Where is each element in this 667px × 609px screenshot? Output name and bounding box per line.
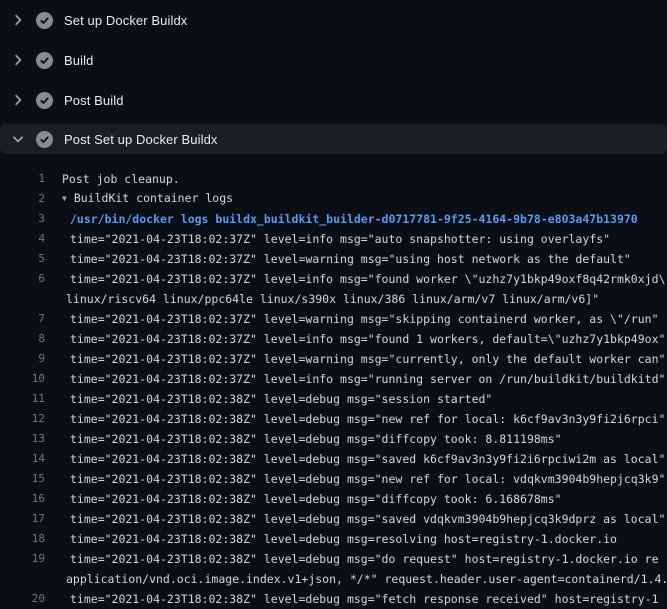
- command-text: /usr/bin/docker logs buildx_buildkit_bui…: [70, 209, 638, 229]
- log-text: time="2021-04-23T18:02:38Z" level=debug …: [70, 529, 617, 549]
- line-number[interactable]: 2: [0, 189, 45, 209]
- log-text: time="2021-04-23T18:02:37Z" level=warnin…: [70, 349, 665, 369]
- log-text: time="2021-04-23T18:02:38Z" level=debug …: [70, 489, 562, 509]
- log-line: 5 time="2021-04-23T18:02:37Z" level=warn…: [0, 249, 667, 269]
- line-number[interactable]: 1: [0, 169, 45, 189]
- line-number[interactable]: 13: [0, 429, 45, 449]
- step-header-set-up-docker-buildx[interactable]: Set up Docker Buildx: [0, 0, 667, 40]
- line-number[interactable]: 11: [0, 389, 45, 409]
- log-text: time="2021-04-23T18:02:37Z" level=info m…: [70, 329, 665, 349]
- log-line: 1 Post job cleanup.: [0, 169, 667, 189]
- log-line: 14 time="2021-04-23T18:02:38Z" level=deb…: [0, 449, 667, 469]
- log-line: 12 time="2021-04-23T18:02:38Z" level=deb…: [0, 409, 667, 429]
- log-text: application/vnd.oci.image.index.v1+json,…: [66, 569, 667, 589]
- log-line: 17 time="2021-04-23T18:02:38Z" level=deb…: [0, 509, 667, 529]
- chevron-down-icon[interactable]: [10, 131, 26, 147]
- line-number[interactable]: 18: [0, 529, 45, 549]
- log-line: 16 time="2021-04-23T18:02:38Z" level=deb…: [0, 489, 667, 509]
- log-line: application/vnd.oci.image.index.v1+json,…: [0, 569, 667, 589]
- line-number[interactable]: 20: [0, 589, 45, 609]
- log-line: 19 time="2021-04-23T18:02:38Z" level=deb…: [0, 549, 667, 569]
- log-line: 9 time="2021-04-23T18:02:37Z" level=warn…: [0, 349, 667, 369]
- log-line: 11 time="2021-04-23T18:02:38Z" level=deb…: [0, 389, 667, 409]
- line-number[interactable]: 14: [0, 449, 45, 469]
- log-line: 20 time="2021-04-23T18:02:38Z" level=deb…: [0, 589, 667, 609]
- log-line: 10 time="2021-04-23T18:02:37Z" level=inf…: [0, 369, 667, 389]
- line-number[interactable]: 3: [0, 209, 45, 229]
- check-circle-icon: [36, 52, 53, 69]
- log-text: time="2021-04-23T18:02:38Z" level=debug …: [70, 509, 665, 529]
- check-circle-icon: [36, 131, 53, 148]
- line-number[interactable]: 17: [0, 509, 45, 529]
- steps-list: Set up Docker Buildx Build Post Build Po…: [0, 0, 667, 154]
- step-label: Post Build: [64, 93, 124, 108]
- line-number[interactable]: 7: [0, 309, 45, 329]
- log-text: time="2021-04-23T18:02:38Z" level=debug …: [70, 429, 562, 449]
- log-line: 18 time="2021-04-23T18:02:38Z" level=deb…: [0, 529, 667, 549]
- line-number[interactable]: 16: [0, 489, 45, 509]
- step-header-post-build[interactable]: Post Build: [0, 80, 667, 120]
- log-line: linux/riscv64 linux/ppc64le linux/s390x …: [0, 289, 667, 309]
- step-label: Set up Docker Buildx: [64, 13, 187, 28]
- step-label: Post Set up Docker Buildx: [64, 132, 218, 147]
- log-line[interactable]: 2 ▼ BuildKit container logs: [0, 189, 667, 209]
- log-text: time="2021-04-23T18:02:37Z" level=warnin…: [70, 249, 631, 269]
- line-number[interactable]: 4: [0, 229, 45, 249]
- line-number[interactable]: 5: [0, 249, 45, 269]
- log-text: time="2021-04-23T18:02:38Z" level=debug …: [70, 449, 665, 469]
- log-text: time="2021-04-23T18:02:38Z" level=debug …: [70, 549, 659, 569]
- line-number[interactable]: 10: [0, 369, 45, 389]
- log-text: time="2021-04-23T18:02:38Z" level=debug …: [70, 589, 659, 609]
- log-text: time="2021-04-23T18:02:37Z" level=info m…: [70, 369, 665, 389]
- chevron-right-icon[interactable]: [10, 52, 26, 68]
- log-text: ▼ BuildKit container logs: [62, 189, 233, 209]
- collapse-toggle-icon[interactable]: ▼: [62, 194, 67, 203]
- check-circle-icon: [36, 92, 53, 109]
- log-text: linux/riscv64 linux/ppc64le linux/s390x …: [66, 289, 599, 309]
- log-text: time="2021-04-23T18:02:38Z" level=debug …: [70, 469, 665, 489]
- step-label: Build: [64, 53, 93, 68]
- line-number[interactable]: 19: [0, 549, 45, 569]
- log-text: time="2021-04-23T18:02:38Z" level=debug …: [70, 409, 665, 429]
- log-group-label: BuildKit container logs: [74, 191, 233, 205]
- log-line: 15 time="2021-04-23T18:02:38Z" level=deb…: [0, 469, 667, 489]
- chevron-right-icon[interactable]: [10, 92, 26, 108]
- log-viewer: 1 Post job cleanup. 2 ▼ BuildKit containe…: [0, 154, 667, 609]
- step-header-post-set-up-docker-buildx[interactable]: Post Set up Docker Buildx: [0, 124, 667, 154]
- line-number[interactable]: 12: [0, 409, 45, 429]
- log-line: 4 time="2021-04-23T18:02:37Z" level=info…: [0, 229, 667, 249]
- log-text: time="2021-04-23T18:02:37Z" level=info m…: [70, 229, 610, 249]
- log-line: 13 time="2021-04-23T18:02:38Z" level=deb…: [0, 429, 667, 449]
- log-text: time="2021-04-23T18:02:37Z" level=warnin…: [70, 309, 659, 329]
- step-header-build[interactable]: Build: [0, 40, 667, 80]
- line-number[interactable]: 8: [0, 329, 45, 349]
- log-text: time="2021-04-23T18:02:37Z" level=info m…: [70, 269, 667, 289]
- line-number[interactable]: 9: [0, 349, 45, 369]
- log-line: 7 time="2021-04-23T18:02:37Z" level=warn…: [0, 309, 667, 329]
- log-text: time="2021-04-23T18:02:38Z" level=debug …: [70, 389, 492, 409]
- line-number[interactable]: 15: [0, 469, 45, 489]
- line-number[interactable]: 6: [0, 269, 45, 289]
- log-text: Post job cleanup.: [62, 169, 180, 189]
- log-line: 8 time="2021-04-23T18:02:37Z" level=info…: [0, 329, 667, 349]
- chevron-right-icon[interactable]: [10, 12, 26, 28]
- log-line: 3 /usr/bin/docker logs buildx_buildkit_b…: [0, 209, 667, 229]
- check-circle-icon: [36, 12, 53, 29]
- log-line: 6 time="2021-04-23T18:02:37Z" level=info…: [0, 269, 667, 289]
